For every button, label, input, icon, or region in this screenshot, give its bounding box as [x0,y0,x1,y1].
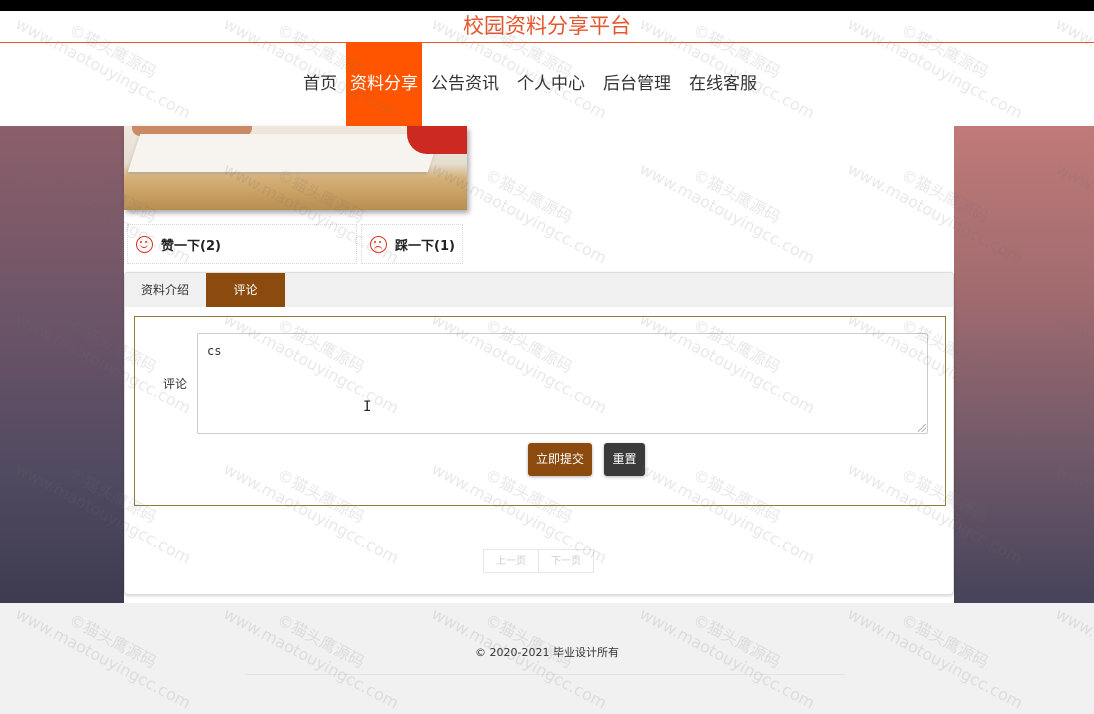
tab-intro[interactable]: 资料介绍 [125,273,205,307]
like-button[interactable]: 赞一下(2) [127,224,357,264]
resize-grip-icon[interactable] [918,424,926,432]
tab-bar: 资料介绍 评论 [125,273,953,307]
next-page-button[interactable]: 下一页 [538,549,594,573]
nav-item-admin[interactable]: 后台管理 [594,42,680,126]
comment-textarea[interactable]: cs [197,333,928,434]
detail-panel: 赞一下(2) 踩一下(1) 资料介绍 评论 评论 cs I 立即提交 重置 上一… [124,126,954,603]
dislike-button[interactable]: 踩一下(1) [361,224,463,264]
comment-text: cs [207,344,222,358]
footer-copyright: © 2020-2021 毕业设计所有 [475,646,619,659]
background-right [954,126,1094,603]
nav-item-support[interactable]: 在线客服 [680,42,766,126]
background-left [0,126,124,603]
nav-item-profile[interactable]: 个人中心 [508,42,594,126]
tab-comments[interactable]: 评论 [206,273,285,307]
dislike-label: 踩一下(1) [395,238,455,254]
prev-page-button[interactable]: 上一页 [483,549,539,573]
nav-item-announcements[interactable]: 公告资讯 [422,42,508,126]
footer-divider [245,674,845,675]
site-header: 校园资料分享平台 首页 资料分享 公告资讯 个人中心 后台管理 在线客服 [0,11,1094,126]
pagination: 上一页 下一页 [483,549,594,573]
text-cursor-icon: I [363,399,372,415]
nav-item-home[interactable]: 首页 [294,42,346,126]
site-title: 校园资料分享平台 [463,14,631,38]
like-label: 赞一下(2) [161,238,221,254]
reset-button[interactable]: 重置 [604,443,645,476]
resource-cover-image [124,126,467,210]
tab-container: 资料介绍 评论 评论 cs I 立即提交 重置 上一页 下一页 [124,272,954,595]
submit-button[interactable]: 立即提交 [528,443,592,476]
comment-form: 评论 cs I 立即提交 重置 [134,316,946,506]
nav-item-resources[interactable]: 资料分享 [346,42,422,126]
comment-label: 评论 [163,377,188,391]
frown-icon [370,235,387,253]
browser-top-bar [0,0,1094,11]
smile-icon [136,235,153,253]
main-nav: 首页 资料分享 公告资讯 个人中心 后台管理 在线客服 [294,42,766,126]
